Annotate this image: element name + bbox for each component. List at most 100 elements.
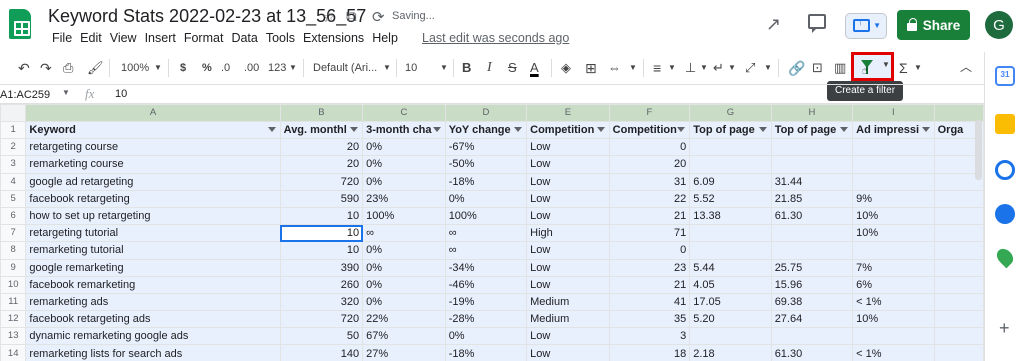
font-size-select[interactable]: 10 (405, 59, 417, 77)
row-number[interactable]: 14 (0, 344, 27, 361)
data-cell[interactable] (689, 224, 772, 243)
data-cell[interactable]: 0% (362, 258, 446, 277)
data-cell[interactable]: facebook retargeting ads (25, 310, 281, 329)
data-cell[interactable]: -19% (444, 292, 528, 312)
data-cell[interactable]: 15.96 (770, 275, 854, 294)
header-cell[interactable]: Ad impressi (852, 120, 935, 140)
insert-link-icon[interactable]: 🔗 (788, 59, 805, 77)
data-cell[interactable]: 31 (608, 172, 691, 191)
data-cell[interactable] (852, 138, 935, 157)
data-cell[interactable]: 0% (362, 241, 446, 260)
data-cell[interactable]: 21 (608, 275, 691, 294)
select-all-corner[interactable] (0, 104, 27, 122)
header-cell[interactable]: Competition (608, 120, 691, 140)
data-cell[interactable]: -18% (444, 172, 528, 191)
data-cell[interactable]: remarketing lists for search ads (25, 344, 281, 361)
data-cell[interactable] (933, 310, 984, 329)
data-cell[interactable]: Low (526, 275, 610, 294)
strikethrough-button[interactable]: S (508, 59, 517, 77)
header-cell[interactable]: Competition (526, 120, 610, 140)
data-cell[interactable]: 9% (852, 189, 935, 208)
data-cell[interactable]: 4.05 (689, 275, 772, 294)
percent-format-button[interactable]: % (202, 59, 212, 77)
menu-data[interactable]: Data (227, 31, 261, 45)
data-cell[interactable]: 100% (362, 206, 446, 226)
maps-icon[interactable] (993, 245, 1017, 269)
column-header[interactable]: C (362, 104, 446, 122)
data-cell[interactable] (770, 155, 854, 174)
data-cell[interactable]: 10% (852, 310, 935, 329)
data-cell[interactable] (770, 241, 854, 260)
document-title[interactable]: Keyword Stats 2022-02-23 at 13_56_57 (48, 6, 366, 27)
column-header[interactable]: E (526, 104, 610, 122)
data-cell[interactable]: 140 (279, 344, 364, 361)
data-cell[interactable]: ∞ (444, 224, 528, 243)
data-cell[interactable]: Low (526, 138, 610, 157)
last-edit-link[interactable]: Last edit was seconds ago (422, 31, 569, 45)
data-cell[interactable]: 7% (852, 258, 935, 277)
filter-dropdown-icon[interactable] (921, 127, 930, 132)
more-formats-button[interactable]: 123 (268, 59, 286, 77)
data-cell[interactable]: 0% (362, 172, 446, 191)
data-cell[interactable]: remarketing ads (25, 292, 281, 312)
data-cell[interactable]: 21 (608, 206, 691, 226)
vertical-scrollbar[interactable] (975, 120, 982, 180)
filter-dropdown-icon[interactable] (840, 127, 849, 132)
data-cell[interactable] (770, 224, 854, 243)
star-icon[interactable]: ☆ (322, 8, 335, 26)
data-cell[interactable] (852, 241, 935, 260)
data-cell[interactable]: 720 (279, 310, 364, 329)
data-cell[interactable]: 0% (444, 327, 528, 346)
data-cell[interactable] (933, 292, 984, 312)
data-cell[interactable]: dynamic remarketing google ads (25, 327, 281, 346)
currency-format-button[interactable]: $ (180, 59, 186, 77)
column-header[interactable]: I (852, 104, 935, 122)
data-cell[interactable]: 20 (279, 155, 364, 174)
data-cell[interactable]: 100% (444, 206, 528, 226)
column-header[interactable]: D (444, 104, 528, 122)
data-cell[interactable]: 10% (852, 206, 935, 226)
share-button[interactable]: Share (897, 10, 970, 40)
row-number[interactable]: 1 (0, 120, 27, 140)
data-cell[interactable]: Low (526, 189, 610, 208)
header-cell[interactable]: Top of page (689, 120, 772, 140)
data-cell[interactable]: ∞ (444, 241, 528, 260)
row-number[interactable]: 12 (0, 310, 27, 329)
italic-button[interactable]: I (487, 59, 492, 77)
data-cell[interactable]: 0% (362, 292, 446, 312)
data-cell[interactable]: google ad retargeting (25, 172, 281, 191)
data-cell[interactable]: 590 (279, 189, 364, 208)
data-cell[interactable]: 260 (279, 275, 364, 294)
data-cell[interactable]: < 1% (852, 344, 935, 361)
data-cell[interactable]: 27% (362, 344, 446, 361)
sheets-logo-icon[interactable] (9, 9, 31, 39)
add-addon-icon[interactable]: + (999, 318, 1010, 339)
data-cell[interactable]: facebook remarketing (25, 275, 281, 294)
data-cell[interactable]: -18% (444, 344, 528, 361)
active-cell[interactable]: 10 (279, 224, 364, 243)
data-cell[interactable]: Medium (526, 310, 610, 329)
data-cell[interactable]: -50% (444, 155, 528, 174)
data-cell[interactable]: ∞ (362, 224, 446, 243)
data-cell[interactable]: Low (526, 172, 610, 191)
data-cell[interactable]: -34% (444, 258, 528, 277)
bold-button[interactable]: B (462, 59, 471, 77)
data-cell[interactable] (770, 138, 854, 157)
vertical-align-icon[interactable]: ⊥ (685, 59, 696, 77)
undo-icon[interactable]: ↶ (18, 59, 30, 77)
filter-dropdown-icon[interactable] (350, 127, 359, 132)
merge-cells-icon[interactable]: ⇔ (608, 59, 621, 77)
data-cell[interactable]: google remarketing (25, 258, 281, 277)
data-cell[interactable] (933, 344, 984, 361)
data-cell[interactable]: -67% (444, 138, 528, 157)
header-cell[interactable]: Keyword (25, 120, 281, 140)
data-cell[interactable]: 10 (279, 206, 364, 226)
data-cell[interactable] (689, 327, 772, 346)
data-cell[interactable]: 23% (362, 189, 446, 208)
data-cell[interactable] (933, 206, 984, 226)
filter-dropdown-icon[interactable] (267, 127, 276, 132)
data-cell[interactable]: facebook retargeting (25, 189, 281, 208)
data-cell[interactable]: 67% (362, 327, 446, 346)
data-cell[interactable]: 23 (608, 258, 691, 277)
keep-icon[interactable] (995, 114, 1015, 134)
